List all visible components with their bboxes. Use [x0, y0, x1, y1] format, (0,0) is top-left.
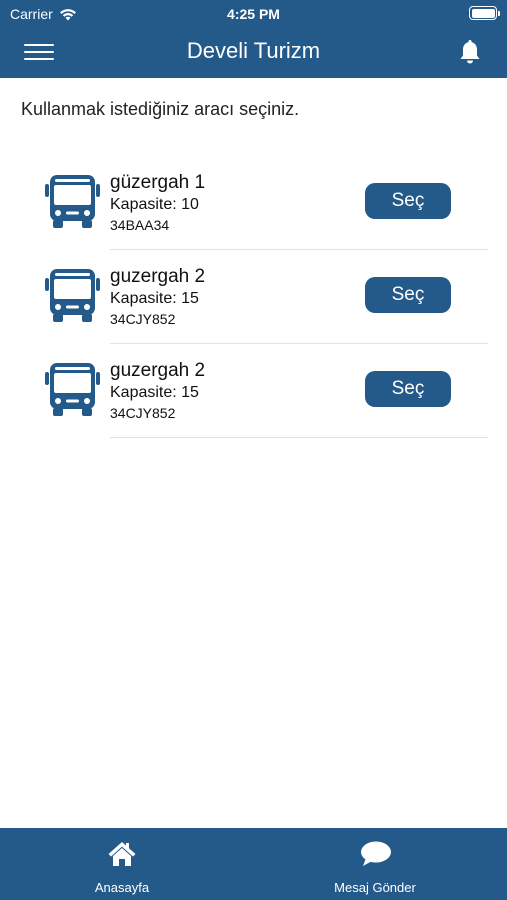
select-vehicle-button[interactable]: Seç	[365, 371, 451, 407]
vehicle-list-item: guzergah 2 Kapasite: 15 34CJY852 Seç	[0, 250, 507, 344]
vehicle-route-name: guzergah 2	[110, 266, 206, 287]
home-icon	[108, 842, 136, 866]
vehicle-capacity: Kapasite: 10	[110, 196, 199, 213]
vehicle-plate: 34CJY852	[110, 405, 176, 421]
vehicle-list: güzergah 1 Kapasite: 10 34BAA34 Seç guze…	[0, 156, 507, 438]
row-divider	[110, 437, 488, 438]
vehicle-route-name: güzergah 1	[110, 172, 206, 193]
battery-icon	[469, 6, 500, 20]
select-vehicle-button[interactable]: Seç	[365, 277, 451, 313]
vehicle-list-item: güzergah 1 Kapasite: 10 34BAA34 Seç	[0, 156, 507, 250]
bus-icon	[45, 175, 100, 228]
top-bar: Carrier 4:25 PM Develi Turizm	[0, 0, 507, 78]
vehicle-plate: 34CJY852	[110, 311, 176, 327]
status-bar: Carrier 4:25 PM	[0, 0, 507, 28]
bell-icon[interactable]	[455, 38, 485, 68]
vehicle-route-name: guzergah 2	[110, 360, 206, 381]
status-time: 4:25 PM	[227, 6, 280, 22]
select-vehicle-button[interactable]: Seç	[365, 183, 451, 219]
tab-home-label: Anasayfa	[94, 880, 150, 895]
vehicle-capacity: Kapasite: 15	[110, 384, 199, 401]
bus-icon	[45, 363, 100, 416]
vehicle-capacity: Kapasite: 15	[110, 290, 199, 307]
page-title: Develi Turizm	[186, 38, 321, 63]
vehicle-list-item: guzergah 2 Kapasite: 15 34CJY852 Seç	[0, 344, 507, 438]
vehicle-plate: 34BAA34	[110, 217, 170, 233]
chat-bubble-icon	[361, 841, 391, 866]
bottom-tab-bar: Anasayfa Mesaj Gönder	[0, 828, 507, 900]
instruction-text: Kullanmak istediğiniz aracı seçiniz.	[21, 99, 300, 119]
battery-level	[471, 8, 495, 18]
bus-icon	[45, 269, 100, 322]
tab-home[interactable]: Anasayfa	[32, 828, 212, 900]
navigation-bar: Develi Turizm	[0, 28, 507, 78]
tab-send-message[interactable]: Mesaj Gönder	[285, 828, 465, 900]
tab-send-message-label: Mesaj Gönder	[334, 880, 416, 895]
